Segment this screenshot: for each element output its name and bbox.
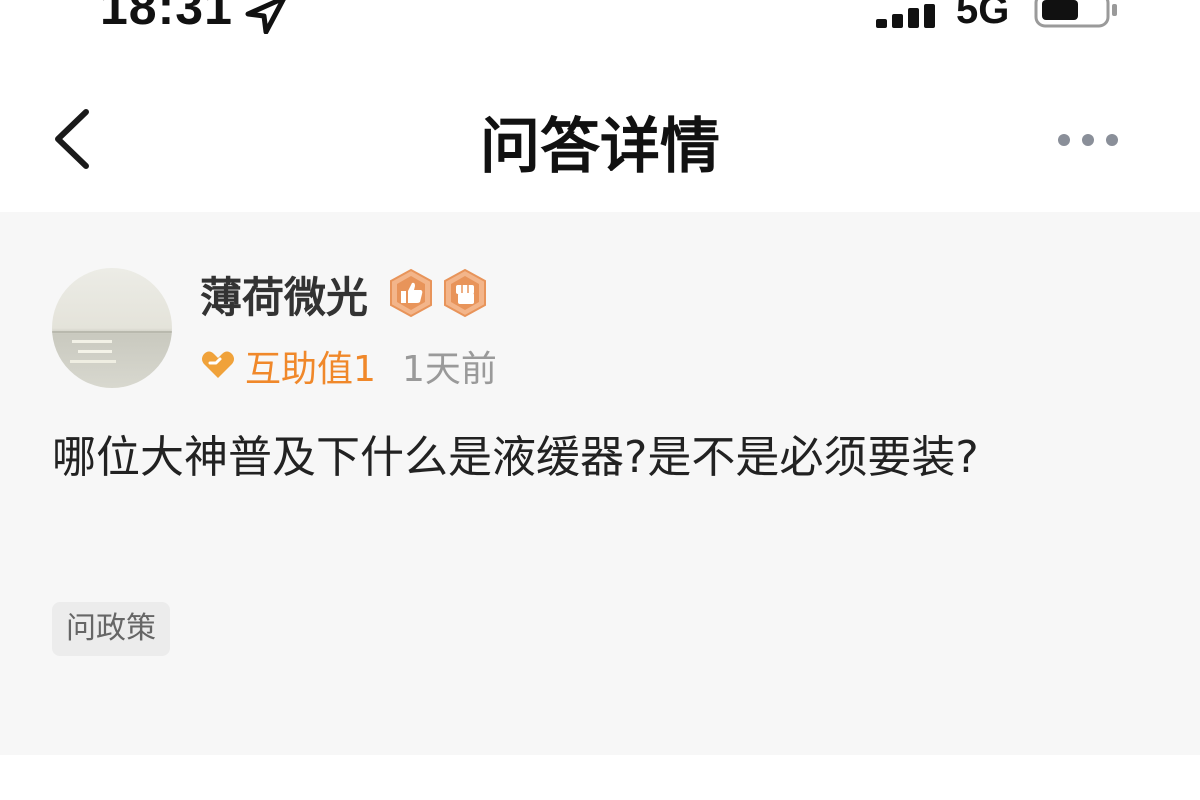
- page-title: 问答详情: [480, 112, 720, 182]
- nav-bar: 问答详情: [0, 40, 1200, 212]
- network-label: 5G: [956, 0, 1010, 32]
- help-value: 互助值1: [245, 349, 376, 390]
- author-name[interactable]: 薄荷微光: [200, 264, 368, 325]
- location-arrow-icon: [245, 0, 286, 34]
- question-text: 哪位大神普及下什么是液缓器?是不是必须要装?: [52, 432, 979, 483]
- more-horizontal-icon[interactable]: [1056, 130, 1120, 150]
- status-bar: 18:31 5G: [0, 0, 1200, 40]
- signal-icon: [876, 4, 935, 28]
- post-time: 1天前: [402, 349, 497, 390]
- thumbs-up-badge-icon: [390, 268, 432, 318]
- question-card: 薄荷微光 互助值1 1天前 哪位大神普及下什么是液缓器?是不是必须要装? 问政策: [0, 212, 1200, 755]
- fist-badge-icon: [444, 268, 486, 318]
- topic-tag[interactable]: 问政策: [52, 602, 170, 656]
- status-time: 18:31: [100, 0, 233, 35]
- heart-hands-icon: [202, 351, 234, 378]
- battery-icon: [1034, 0, 1117, 28]
- avatar[interactable]: [52, 268, 172, 388]
- content-below: [0, 755, 1200, 800]
